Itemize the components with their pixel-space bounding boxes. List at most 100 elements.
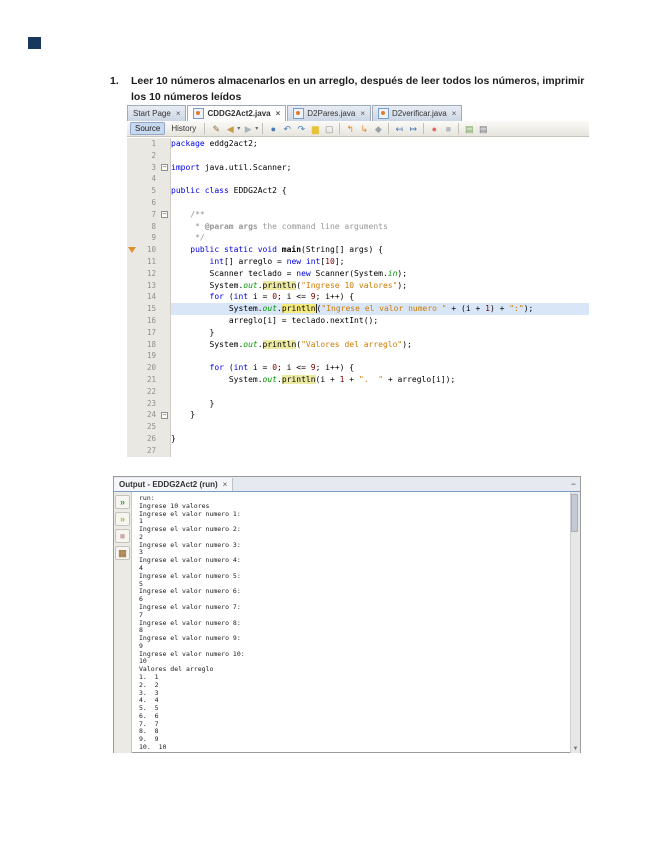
- code-line[interactable]: 6: [127, 197, 589, 209]
- tab-cddg2act2-java[interactable]: CDDG2Act2.java ×: [187, 105, 286, 121]
- shift-right-icon[interactable]: ↦: [407, 123, 419, 135]
- code-line[interactable]: 7−/**: [127, 209, 589, 221]
- code-fold-icon[interactable]: −: [161, 211, 168, 218]
- code-line[interactable]: 21System.out.println(i + 1 + ". " + arre…: [127, 374, 589, 386]
- code-token: println: [282, 375, 316, 384]
- stop-run-icon[interactable]: ■: [115, 529, 130, 543]
- code-line[interactable]: 24−}: [127, 409, 589, 421]
- code-text: System.out.println("Ingrese 10 valores")…: [171, 280, 589, 292]
- code-token: ; i++) {: [316, 292, 355, 301]
- code-line[interactable]: 13 System.out.println("Ingrese 10 valores…: [127, 280, 589, 292]
- previous-bookmark-icon[interactable]: ↰: [344, 123, 356, 135]
- code-token: 10: [325, 257, 335, 266]
- code-token: *: [190, 222, 204, 231]
- close-icon[interactable]: ×: [452, 109, 457, 118]
- output-console[interactable]: run:Ingrese 10 valoresIngrese el valor n…: [132, 492, 570, 753]
- tab-label: D2Pares.java: [307, 109, 355, 118]
- code-line[interactable]: 3−import java.util.Scanner;: [127, 162, 589, 174]
- glyph-margin: [127, 268, 137, 280]
- code-line[interactable]: 1package eddg2act2;: [127, 138, 589, 150]
- code-line[interactable]: 25: [127, 421, 589, 433]
- java-file-icon: [378, 108, 389, 119]
- last-edit-icon[interactable]: ✎: [210, 123, 222, 135]
- code-text: [171, 350, 589, 362]
- close-icon[interactable]: ×: [276, 109, 281, 118]
- fold-margin: [159, 256, 171, 268]
- minimize-window-icon[interactable]: −: [571, 479, 576, 489]
- code-token: .: [258, 281, 263, 290]
- code-line[interactable]: 9 */: [127, 232, 589, 244]
- glyph-margin: [127, 398, 137, 410]
- code-line[interactable]: 8 * @param args the command line argumen…: [127, 221, 589, 233]
- forward-icon-dropdown[interactable]: ▾: [255, 125, 258, 132]
- rectangular-selection-icon[interactable]: ▢: [323, 123, 335, 135]
- code-line[interactable]: 5public class EDDG2Act2 {: [127, 185, 589, 197]
- code-token: ];: [335, 257, 345, 266]
- code-token: ; i <=: [277, 292, 311, 301]
- code-line[interactable]: 19: [127, 350, 589, 362]
- code-line[interactable]: 23}: [127, 398, 589, 410]
- code-line[interactable]: 16arreglo[i] = teclado.nextInt();: [127, 315, 589, 327]
- code-line[interactable]: 4: [127, 173, 589, 185]
- start-macro-recording-icon[interactable]: ●: [428, 123, 440, 135]
- glyph-margin: [127, 138, 137, 150]
- code-line[interactable]: 10public static void main(String[] args)…: [127, 244, 589, 256]
- code-token: System.: [210, 281, 244, 290]
- fold-margin: [159, 421, 171, 433]
- glyph-margin: [127, 409, 137, 421]
- line-number: 13: [137, 280, 159, 292]
- code-line[interactable]: 22: [127, 386, 589, 398]
- code-fold-icon[interactable]: −: [161, 412, 168, 419]
- close-icon[interactable]: ×: [360, 109, 365, 118]
- code-line[interactable]: 26}: [127, 433, 589, 445]
- next-bookmark-icon[interactable]: ↳: [358, 123, 370, 135]
- shift-left-icon[interactable]: ↤: [393, 123, 405, 135]
- source-view-button[interactable]: Source: [130, 122, 165, 135]
- code-line[interactable]: 11int[] arreglo = new int[10];: [127, 256, 589, 268]
- line-number: 20: [137, 362, 159, 374]
- rerun-debug-icon[interactable]: »: [115, 512, 130, 526]
- scroll-down-icon[interactable]: ▼: [573, 745, 579, 753]
- uncomment-icon[interactable]: ▤: [477, 123, 489, 135]
- code-line[interactable]: 15System.out.println("Ingrese el valor n…: [127, 303, 589, 315]
- find-selection-icon[interactable]: ●: [267, 123, 279, 135]
- code-editor[interactable]: 1package eddg2act2;23−import java.util.S…: [127, 138, 589, 457]
- glyph-margin: [127, 327, 137, 339]
- toggle-highlight-icon[interactable]: ▆: [309, 123, 321, 135]
- code-line[interactable]: 27: [127, 445, 589, 457]
- find-next-occurrence-icon[interactable]: ↷: [295, 123, 307, 135]
- back-icon-dropdown[interactable]: ▾: [237, 125, 240, 132]
- code-line[interactable]: 20for (int i = 0; i <= 9; i++) {: [127, 362, 589, 374]
- output-settings-icon[interactable]: ▦: [115, 546, 130, 560]
- code-line[interactable]: 17}: [127, 327, 589, 339]
- warning-triangle-icon: [128, 247, 136, 253]
- fold-margin: [159, 221, 171, 233]
- stop-macro-recording-icon[interactable]: ■: [442, 123, 454, 135]
- code-line[interactable]: 14for (int i = 0; i <= 9; i++) {: [127, 291, 589, 303]
- fold-margin: −: [159, 209, 171, 221]
- back-icon[interactable]: ◀: [224, 123, 236, 135]
- history-view-button[interactable]: History: [168, 124, 199, 133]
- tab-d2pares-java[interactable]: D2Pares.java ×: [287, 105, 371, 121]
- close-icon[interactable]: ×: [223, 480, 228, 489]
- scrollbar-thumb[interactable]: [571, 494, 578, 532]
- code-line[interactable]: 18System.out.println("Valores del arregl…: [127, 339, 589, 351]
- forward-icon[interactable]: ▶: [242, 123, 254, 135]
- comment-icon[interactable]: ▤: [463, 123, 475, 135]
- code-line[interactable]: 2: [127, 150, 589, 162]
- rerun-icon[interactable]: »: [115, 495, 130, 509]
- find-previous-occurrence-icon[interactable]: ↶: [281, 123, 293, 135]
- fold-margin: [159, 433, 171, 445]
- code-text: arreglo[i] = teclado.nextInt();: [171, 315, 589, 327]
- toggle-bookmark-icon[interactable]: ◆: [372, 123, 384, 135]
- code-line[interactable]: 12Scanner teclado = new Scanner(System.i…: [127, 268, 589, 280]
- code-token: +: [344, 375, 358, 384]
- tab-d2verificar-java[interactable]: D2verificar.java ×: [372, 105, 462, 121]
- line-number: 27: [137, 445, 159, 457]
- code-text: public static void main(String[] args) {: [171, 244, 589, 256]
- tab-start-page[interactable]: Start Page ×: [127, 105, 186, 121]
- close-icon[interactable]: ×: [176, 109, 181, 118]
- code-token: (i +: [316, 375, 340, 384]
- output-tab[interactable]: Output - EDDG2Act2 (run) ×: [114, 478, 233, 491]
- code-fold-icon[interactable]: −: [161, 164, 168, 171]
